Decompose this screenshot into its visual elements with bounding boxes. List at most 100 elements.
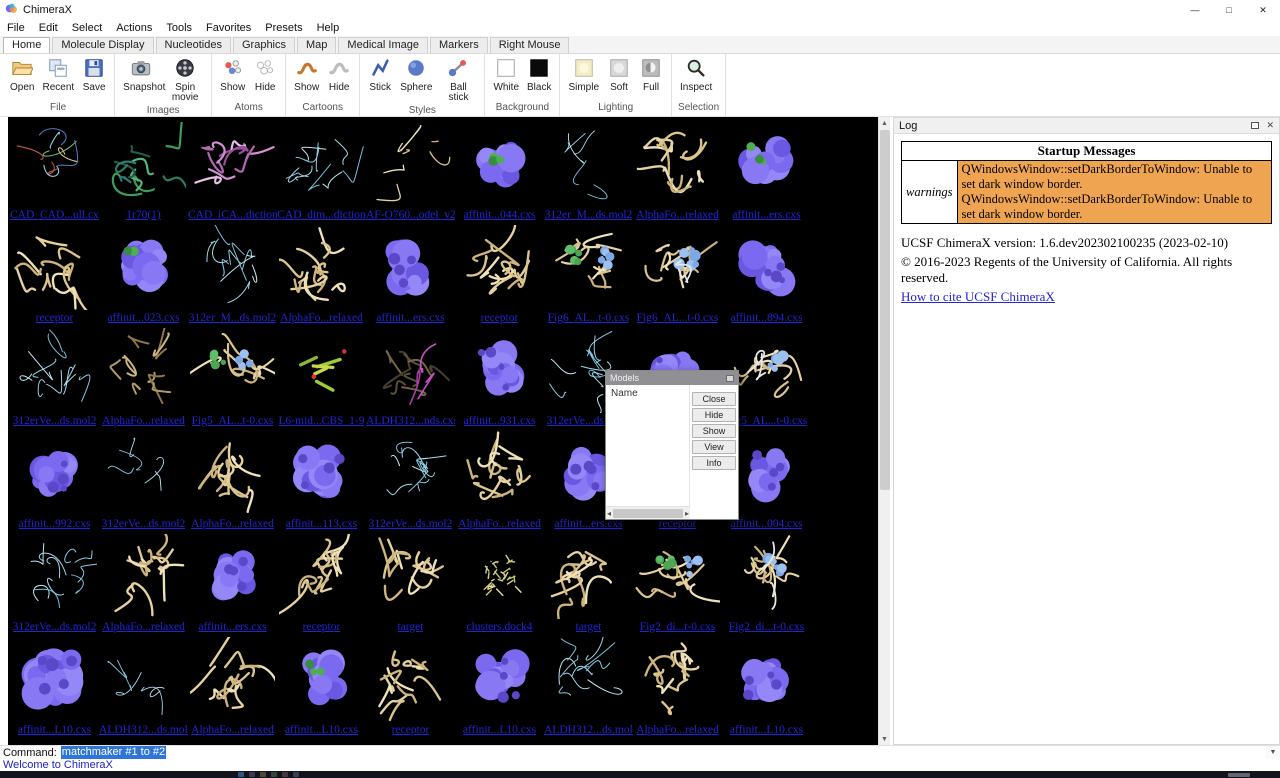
file-history-item[interactable]: AlphaFo...relaxed <box>633 122 722 225</box>
molecule-thumbnail[interactable] <box>101 637 186 722</box>
file-link[interactable]: Fig2_di...t-0.cxs <box>640 620 715 634</box>
models-dock-icon[interactable] <box>726 375 734 382</box>
file-link[interactable]: affinit...931.cxs <box>464 414 536 428</box>
ribbon-button-selection-inspect[interactable]: Inspect <box>678 56 714 93</box>
file-link[interactable]: Fig6_AL...t-0.cxs <box>637 311 719 325</box>
command-input[interactable]: matchmaker #1 to #2 <box>61 746 1266 759</box>
command-history-dropdown-icon[interactable]: ▼ <box>1266 749 1280 756</box>
molecule-thumbnail[interactable] <box>457 122 542 207</box>
file-link[interactable]: affinit...044.cxs <box>464 208 536 222</box>
molecule-thumbnail[interactable] <box>279 328 364 413</box>
molecule-thumbnail[interactable] <box>12 328 97 413</box>
file-link[interactable]: affinit...ers.cxs <box>376 311 444 325</box>
cite-chimerax-link[interactable]: How to cite UCSF ChimeraX <box>901 289 1055 304</box>
tab-home[interactable]: Home <box>3 37 50 53</box>
molecule-thumbnail[interactable] <box>635 637 720 722</box>
file-history-item[interactable]: receptor <box>277 534 366 637</box>
ribbon-button-images-spin-movie[interactable]: Spin movie <box>165 56 205 103</box>
file-history-item[interactable]: AlphaFo...relaxed <box>188 637 277 740</box>
models-show-button[interactable]: Show <box>692 424 736 438</box>
file-link[interactable]: AlphaFo...relaxed <box>280 311 363 325</box>
molecule-thumbnail[interactable] <box>279 431 364 516</box>
ribbon-button-file-open[interactable]: Open <box>8 56 36 93</box>
file-history-item[interactable]: affinit...894.cxs <box>722 225 811 328</box>
taskbar-pinned-icon[interactable] <box>260 772 266 777</box>
molecule-thumbnail[interactable] <box>368 225 453 310</box>
file-history-item[interactable]: AlphaFo...relaxed <box>99 328 188 431</box>
file-link[interactable]: 312erVe...ds.mol2 <box>369 517 453 531</box>
molecule-thumbnail[interactable] <box>12 225 97 310</box>
molecule-thumbnail[interactable] <box>101 122 186 207</box>
file-history-item[interactable]: affinit...L10.cxs <box>722 637 811 740</box>
file-link[interactable]: 312erVe...ds.mol2 <box>13 620 97 634</box>
file-link[interactable]: affinit...ers.cxs <box>732 208 800 222</box>
molecule-thumbnail[interactable] <box>457 637 542 722</box>
file-history-item[interactable]: target <box>544 534 633 637</box>
molecule-thumbnail[interactable] <box>101 225 186 310</box>
models-close-button[interactable]: Close <box>692 392 736 406</box>
models-view-button[interactable]: View <box>692 440 736 454</box>
log-close-icon[interactable]: ✕ <box>1266 120 1274 131</box>
molecule-thumbnail[interactable] <box>635 534 720 619</box>
menu-actions[interactable]: Actions <box>109 22 159 34</box>
file-history-item[interactable]: Fig5_AL...t-0.cxs <box>188 328 277 431</box>
molecule-thumbnail[interactable] <box>190 328 275 413</box>
scroll-right-arrow[interactable]: ▸ <box>685 509 689 518</box>
tab-nucleotides[interactable]: Nucleotides <box>156 37 231 53</box>
file-history-item[interactable]: 312erVe...ds.mol2 <box>10 534 99 637</box>
molecule-thumbnail[interactable] <box>457 225 542 310</box>
file-link[interactable]: CAD_CAD...ull.cxs <box>10 208 99 222</box>
models-scrollbar-thumb[interactable] <box>613 509 683 518</box>
scroll-left-arrow[interactable]: ◂ <box>607 509 611 518</box>
scroll-up-arrow[interactable]: ▲ <box>879 117 890 129</box>
ribbon-button-atoms-hide[interactable]: Hide <box>251 56 279 93</box>
close-button[interactable]: ✕ <box>1246 0 1280 20</box>
file-link[interactable]: AlphaFo...relaxed <box>636 723 719 737</box>
file-link[interactable]: receptor <box>36 311 74 325</box>
file-link[interactable]: AlphaFo...relaxed <box>636 208 719 222</box>
file-history-item[interactable]: affinit...L10.cxs <box>277 637 366 740</box>
ribbon-button-styles-ball-stick[interactable]: Ball stick <box>438 56 478 103</box>
molecule-thumbnail[interactable] <box>190 225 275 310</box>
molecule-thumbnail[interactable] <box>190 637 275 722</box>
ribbon-button-lighting-soft[interactable]: Soft <box>605 56 633 93</box>
file-link[interactable]: 312er_M...ds.mol2 <box>545 208 633 222</box>
molecule-thumbnail[interactable] <box>190 122 275 207</box>
windows-taskbar[interactable] <box>0 771 1280 778</box>
scroll-down-arrow[interactable]: ▼ <box>879 733 890 745</box>
file-link[interactable]: CAD_dim...diction <box>277 208 366 222</box>
file-link[interactable]: 1r70(1) <box>126 208 161 222</box>
file-link[interactable]: affinit...004.cxs <box>731 517 803 531</box>
log-panel-titlebar[interactable]: Log ✕ <box>894 118 1279 134</box>
molecule-thumbnail[interactable] <box>12 637 97 722</box>
file-history-item[interactable]: affinit...L10.cxs <box>10 637 99 740</box>
menu-edit[interactable]: Edit <box>32 22 65 34</box>
molecule-thumbnail[interactable] <box>190 431 275 516</box>
molecule-thumbnail[interactable] <box>12 431 97 516</box>
file-link[interactable]: clusters.dock4 <box>466 620 532 634</box>
molecule-thumbnail[interactable] <box>368 431 453 516</box>
molecule-thumbnail[interactable] <box>12 534 97 619</box>
molecule-thumbnail[interactable] <box>457 328 542 413</box>
file-history-item[interactable]: 312erVe...ds.mol2 <box>10 328 99 431</box>
models-list[interactable]: Name <box>606 385 690 506</box>
molecule-thumbnail[interactable] <box>546 637 631 722</box>
file-link[interactable]: affinit...L10.cxs <box>18 723 91 737</box>
menu-tools[interactable]: Tools <box>159 22 199 34</box>
file-history-item[interactable]: 1r70(1) <box>99 122 188 225</box>
file-history-item[interactable]: ALDH312...ds.mol2 <box>544 637 633 740</box>
file-link[interactable]: AlphaFo...relaxed <box>191 517 274 531</box>
file-link[interactable]: AF-O760...odel_v2 <box>366 208 455 222</box>
file-history-item[interactable]: AlphaFo...relaxed <box>99 534 188 637</box>
menu-select[interactable]: Select <box>65 22 110 34</box>
models-list-scrollbar[interactable]: ◂ ▸ <box>606 506 690 519</box>
molecule-thumbnail[interactable] <box>546 534 631 619</box>
models-hide-button[interactable]: Hide <box>692 408 736 422</box>
taskbar-pinned-icon[interactable] <box>282 772 288 777</box>
file-history-item[interactable]: 312erVe...ds.mol2 <box>99 431 188 534</box>
file-link[interactable]: AlphaFo...relaxed <box>458 517 541 531</box>
file-history-item[interactable]: Fig2_di...t-0.cxs <box>633 534 722 637</box>
models-dialog-titlebar[interactable]: Models <box>606 371 738 385</box>
molecule-thumbnail[interactable] <box>101 431 186 516</box>
file-history-item[interactable]: receptor <box>10 225 99 328</box>
